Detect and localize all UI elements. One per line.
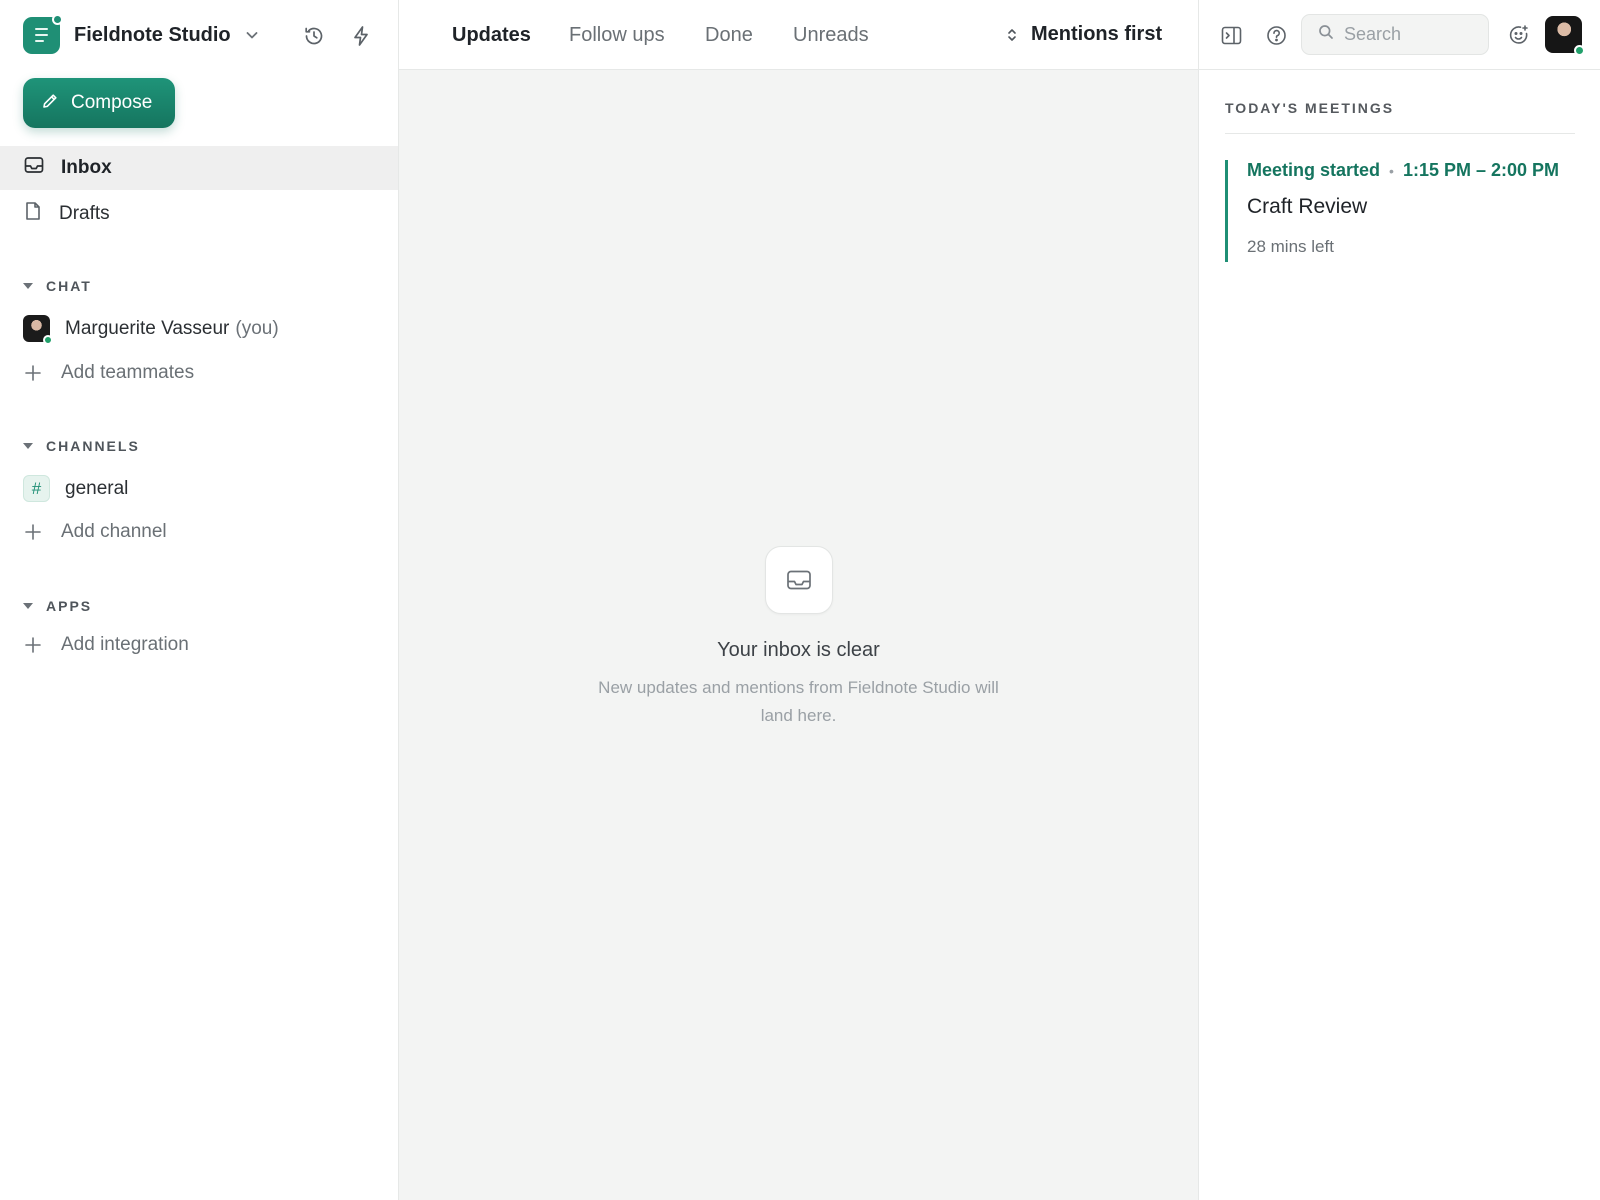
search-input[interactable]	[1344, 24, 1484, 45]
add-channel-label: Add channel	[61, 521, 167, 542]
add-channel-button[interactable]: Add channel	[23, 521, 167, 543]
search-box[interactable]	[1301, 14, 1489, 55]
meeting-title: Craft Review	[1247, 195, 1368, 218]
section-heading: CHAT	[46, 278, 92, 294]
bolt-icon[interactable]	[349, 24, 373, 48]
sidebar: Fieldnote Studio Compose Inbox Drafts CH…	[0, 0, 399, 1200]
section-heading: APPS	[46, 598, 93, 614]
section-apps-toggle[interactable]: APPS	[23, 598, 92, 614]
meeting-status-line: Meeting started • 1:15 PM – 2:00 PM	[1247, 160, 1575, 181]
history-icon[interactable]	[302, 24, 326, 48]
main-toolbar: Updates Follow ups Done Unreads Mentions…	[399, 0, 1198, 70]
nav-item-label: Inbox	[61, 157, 112, 178]
section-channels-toggle[interactable]: CHANNELS	[23, 438, 140, 454]
right-toolbar	[1199, 0, 1600, 70]
inbox-icon	[764, 546, 833, 614]
meeting-card[interactable]: Meeting started • 1:15 PM – 2:00 PM Craf…	[1225, 160, 1575, 262]
emoji-add-icon[interactable]	[1507, 23, 1531, 47]
chat-item-self[interactable]: Marguerite Vasseur (you)	[23, 315, 279, 345]
plus-icon	[23, 636, 43, 654]
plus-icon	[23, 364, 43, 382]
meetings-heading: TODAY'S MEETINGS	[1225, 100, 1575, 134]
sort-label: Mentions first	[1031, 23, 1163, 45]
workspace-logo[interactable]	[23, 13, 63, 54]
pencil-icon	[41, 92, 59, 115]
tab-updates[interactable]: Updates	[452, 24, 531, 47]
notification-dot	[52, 13, 63, 25]
workspace-name[interactable]: Fieldnote Studio	[74, 24, 231, 47]
main-panel: Updates Follow ups Done Unreads Mentions…	[399, 0, 1198, 1200]
workspace-header: Fieldnote Studio	[0, 0, 398, 70]
meeting-time-remaining: 28 mins left	[1247, 237, 1334, 256]
meeting-time: 1:15 PM – 2:00 PM	[1402, 160, 1560, 180]
separator-dot: •	[1389, 162, 1394, 179]
add-teammates-label: Add teammates	[61, 362, 195, 383]
add-teammates-button[interactable]: Add teammates	[23, 362, 194, 384]
section-heading: CHANNELS	[46, 438, 140, 454]
sort-arrows-icon	[1007, 27, 1017, 43]
plus-icon	[23, 523, 43, 541]
document-icon	[24, 201, 42, 227]
caret-down-icon	[23, 443, 33, 449]
tab-follow-ups[interactable]: Follow ups	[569, 24, 665, 47]
right-panel: TODAY'S MEETINGS Meeting started • 1:15 …	[1198, 0, 1600, 1200]
section-chat-toggle[interactable]: CHAT	[23, 278, 92, 294]
chat-user-name: Marguerite Vasseur	[65, 317, 230, 339]
compose-label: Compose	[71, 92, 153, 113]
tab-done[interactable]: Done	[705, 24, 753, 47]
nav-item-inbox[interactable]: Inbox	[0, 146, 398, 190]
channel-item-general[interactable]: # general	[23, 475, 128, 502]
user-avatar[interactable]	[1545, 16, 1585, 56]
sort-dropdown[interactable]: Mentions first	[1007, 23, 1162, 46]
hash-icon: #	[23, 475, 50, 502]
empty-state-title: Your inbox is clear	[717, 639, 880, 661]
help-icon[interactable]	[1264, 23, 1288, 47]
app-window: Fieldnote Studio Compose Inbox Drafts CH…	[0, 0, 1600, 1200]
search-icon	[1318, 24, 1334, 45]
tab-unreads[interactable]: Unreads	[793, 24, 869, 47]
empty-state-subtitle: New updates and mentions from Fieldnote …	[598, 678, 999, 725]
panel-toggle-icon[interactable]	[1219, 23, 1243, 47]
channel-label: general	[65, 477, 129, 499]
online-indicator	[43, 335, 53, 345]
empty-state: Your inbox is clear New updates and ment…	[399, 546, 1198, 730]
nav-item-label: Drafts	[59, 203, 110, 224]
nav-item-drafts[interactable]: Drafts	[0, 192, 398, 236]
chevron-down-icon[interactable]	[245, 28, 259, 42]
caret-down-icon	[23, 283, 33, 289]
online-indicator	[1574, 45, 1585, 56]
meeting-status: Meeting started	[1247, 160, 1381, 180]
you-label: (you)	[235, 317, 279, 339]
add-integration-button[interactable]: Add integration	[23, 634, 189, 656]
inbox-icon	[24, 156, 44, 180]
avatar	[23, 315, 53, 345]
caret-down-icon	[23, 603, 33, 609]
add-integration-label: Add integration	[61, 634, 189, 655]
compose-button[interactable]: Compose	[23, 78, 175, 128]
